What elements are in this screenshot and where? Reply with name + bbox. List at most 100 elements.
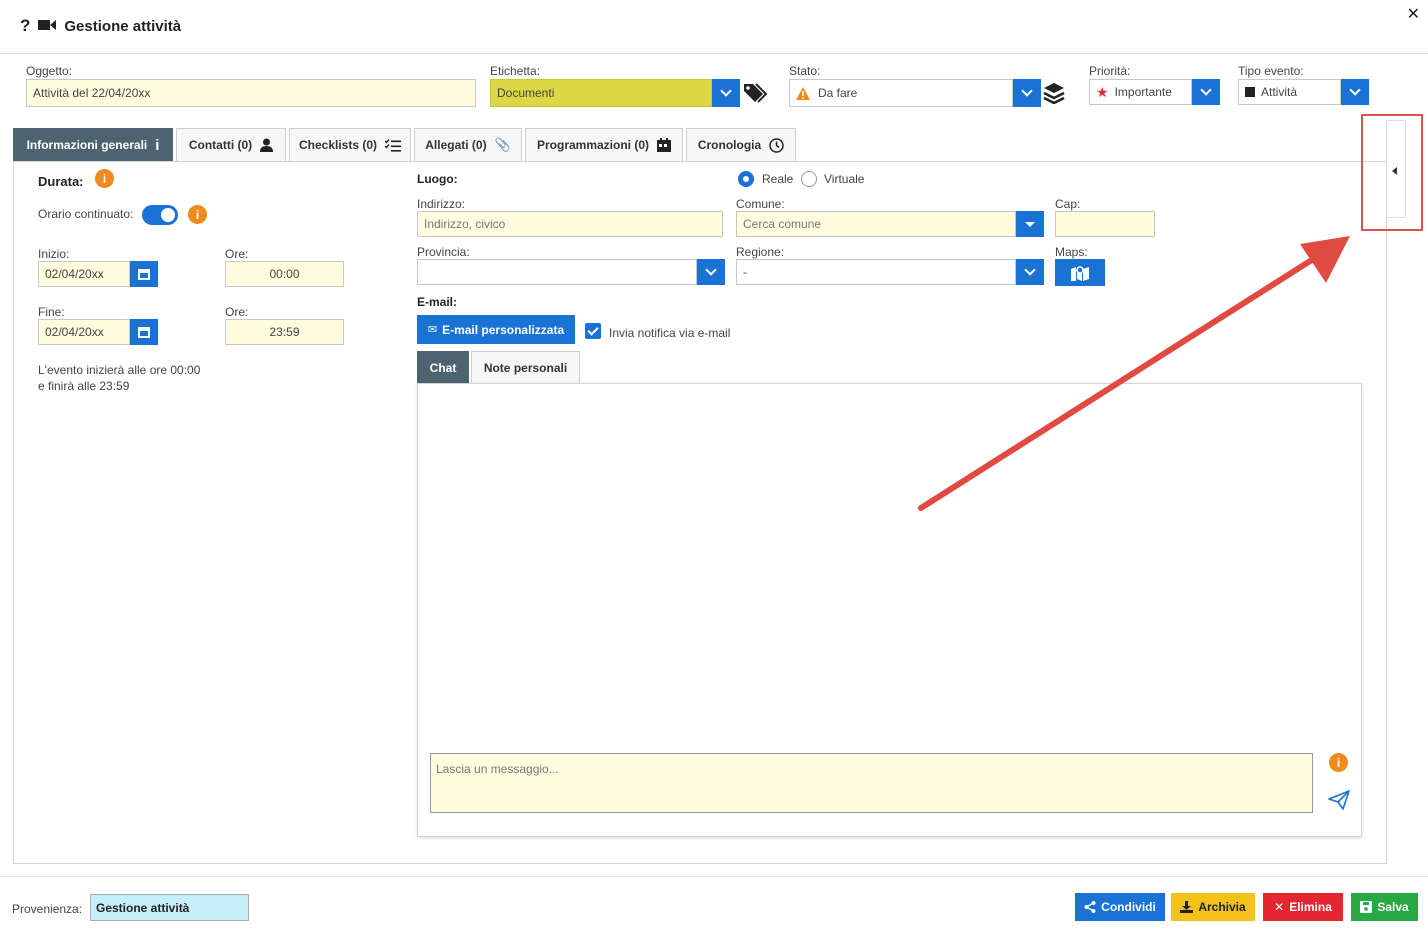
tags-icon[interactable] [744,82,768,107]
durata-title: Durata: [38,174,84,189]
info-icon[interactable]: i [188,205,207,224]
send-icon[interactable] [1328,790,1350,813]
page-title: Gestione attività [64,17,182,35]
tab-label: Informazioni generali [26,138,148,152]
durata-note-line2: e finirà alle 23:59 [38,379,130,393]
annotation-highlight-box [1361,114,1423,231]
window-title: ? Gestione attività [20,16,181,36]
tab-informazioni-generali[interactable]: Informazioni generali i [13,128,173,161]
comune-label: Comune: [736,197,785,211]
virtuale-label: Virtuale [824,172,865,186]
condividi-button[interactable]: Condividi [1075,893,1165,921]
regione-label: Regione: [736,245,785,259]
luogo-title: Luogo: [417,172,458,186]
calendar-icon [138,326,150,338]
email-personalizzata-button[interactable]: ✉ E-mail personalizzata [417,315,575,344]
close-icon: ✕ [1274,900,1285,914]
durata-note-line1: L'evento inizierà alle ore 00:00 [38,363,201,377]
tab-label: Programmazioni (0) [536,138,650,152]
stato-select[interactable]: Da fare [789,79,1013,107]
envelope-icon: ✉ [427,324,438,336]
tab-cronologia[interactable]: Cronologia [686,128,796,161]
tab-programmazioni[interactable]: Programmazioni (0) [525,128,683,161]
etichetta-dropdown-button[interactable] [712,79,740,107]
maps-label: Maps: [1055,245,1088,259]
stato-dropdown-button[interactable] [1013,79,1041,107]
priorita-dropdown-button[interactable] [1192,79,1220,105]
provincia-select[interactable] [417,259,697,285]
etichetta-label: Etichetta: [490,64,541,78]
stato-value: Da fare [818,86,858,100]
chevron-down-icon [1024,264,1036,276]
stato-label: Stato: [789,64,821,78]
calendar-icon [657,138,672,152]
inizio-calendar-button[interactable] [130,261,158,287]
email-title: E-mail: [417,295,458,309]
regione-select[interactable]: - [736,259,1016,285]
cap-label: Cap: [1055,197,1081,211]
comune-dropdown-button[interactable] [1016,211,1044,237]
elimina-button[interactable]: ✕ Elimina [1263,893,1343,921]
provenienza-label: Provenienza: [12,902,83,916]
tab-label: Contatti (0) [188,138,253,152]
fine-date-input[interactable]: 02/04/20xx [38,319,130,345]
chevron-down-icon [1200,84,1212,96]
indirizzo-input[interactable]: Indirizzo, civico [417,211,723,237]
invia-notifica-checkbox[interactable] [585,323,601,339]
clock-icon [769,137,784,153]
header-divider [0,53,1428,54]
priorita-value: Importante [1114,85,1172,99]
tab-checklists[interactable]: Checklists (0) [289,128,411,161]
etichetta-select[interactable]: Documenti [490,79,712,107]
inizio-date-input[interactable]: 02/04/20xx [38,261,130,287]
tipo-evento-value: Attività [1261,85,1298,99]
calendar-icon [138,268,150,280]
provincia-label: Provincia: [417,245,470,259]
tab-label: Cronologia [697,138,762,152]
salva-button[interactable]: Salva [1351,893,1418,921]
indirizzo-label: Indirizzo: [417,197,466,211]
tab-allegati[interactable]: Allegati (0) 📎 [414,128,522,161]
priorita-select[interactable]: ★ Importante [1089,79,1192,105]
virtuale-radio[interactable] [801,171,817,187]
info-icon[interactable]: i [95,169,114,188]
tab-label: Checklists (0) [298,138,378,152]
oggetto-input[interactable]: Attività del 22/04/20xx [26,79,476,107]
video-icon [38,18,57,35]
message-input[interactable]: Lascia un messaggio... [430,753,1313,813]
fine-ore-input[interactable]: 23:59 [225,319,344,345]
chevron-down-icon [1021,85,1033,97]
fine-ore-label: Ore: [225,305,249,319]
cap-input[interactable] [1055,211,1155,237]
warning-icon [796,86,810,100]
tab-label: Allegati (0) [425,138,487,152]
archivia-button[interactable]: Archivia [1171,893,1255,921]
fine-label: Fine: [38,305,65,319]
map-icon [1071,265,1089,281]
tab-contatti[interactable]: Contatti (0) [176,128,286,161]
email-button-label: E-mail personalizzata [442,322,565,337]
fine-calendar-button[interactable] [130,319,158,345]
info-icon[interactable]: i [1329,753,1348,772]
provincia-dropdown-button[interactable] [697,259,725,285]
tipo-evento-select[interactable]: Attività [1238,79,1341,105]
subtab-note-personali[interactable]: Note personali [471,351,580,383]
regione-dropdown-button[interactable] [1016,259,1044,285]
tipo-evento-dropdown-button[interactable] [1341,79,1369,105]
orario-continuato-toggle[interactable] [142,205,178,225]
close-icon[interactable]: ✕ [1407,4,1420,24]
note-icon [1245,87,1255,97]
layers-icon[interactable] [1043,82,1065,107]
inizio-ore-label: Ore: [225,247,249,261]
inizio-label: Inizio: [38,247,70,261]
download-icon [1180,901,1194,913]
reale-label: Reale [762,172,794,186]
reale-radio[interactable] [738,171,754,187]
orario-continuato-label: Orario continuato: [38,207,134,221]
user-icon [260,138,274,152]
maps-button[interactable] [1055,259,1105,286]
subtab-chat[interactable]: Chat [417,351,469,383]
help-icon[interactable]: ? [20,16,30,36]
inizio-ore-input[interactable]: 00:00 [225,261,344,287]
comune-input[interactable]: Cerca comune [736,211,1016,237]
